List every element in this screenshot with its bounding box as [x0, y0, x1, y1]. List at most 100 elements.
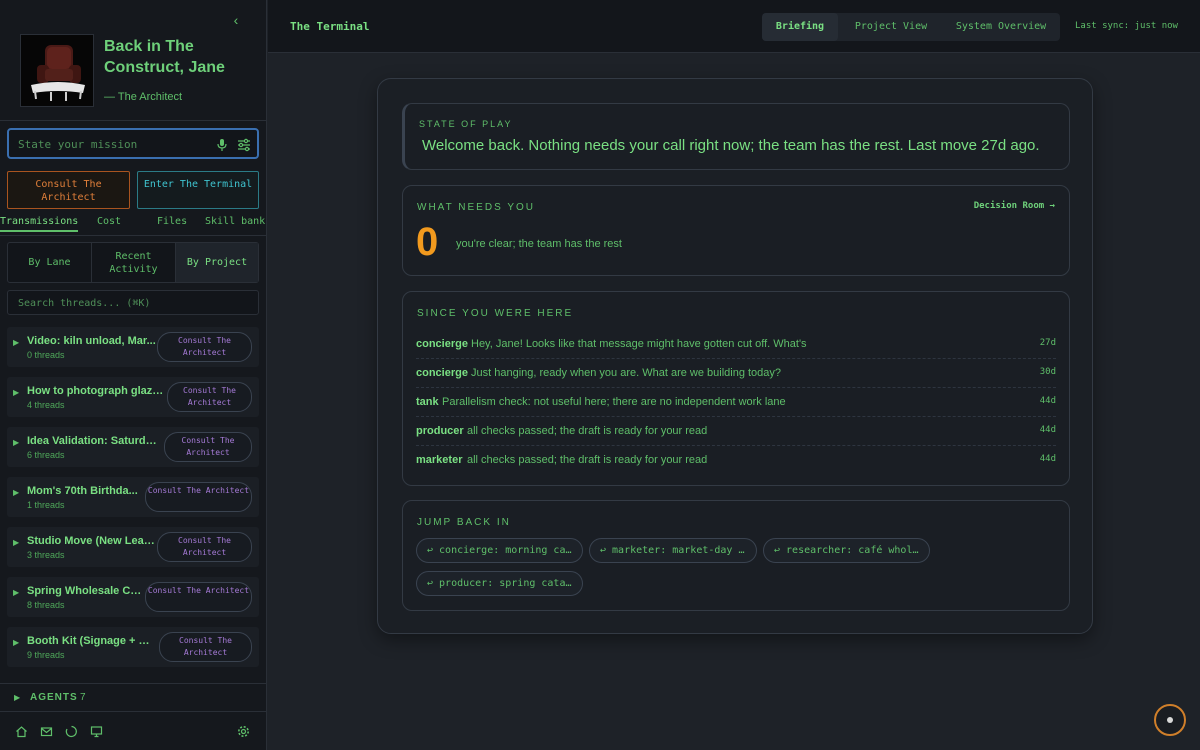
list-item[interactable]: ▶ Studio Move (New Lease... 3 threads Co…: [7, 527, 259, 567]
caret-right-icon[interactable]: ▶: [13, 338, 19, 347]
jump-chip[interactable]: ↩ concierge: morning ca…: [416, 538, 583, 563]
sidebar-footer: [0, 711, 267, 750]
view-by-project[interactable]: By Project: [176, 243, 258, 282]
thread-count: 8 threads: [27, 600, 65, 610]
feed-item[interactable]: producer all checks passed; the draft is…: [416, 417, 1056, 446]
caret-right-icon[interactable]: ▶: [13, 438, 19, 447]
sliders-icon[interactable]: [237, 138, 251, 152]
mission-input[interactable]: [18, 136, 208, 152]
armchair-image: [21, 35, 93, 106]
thread-count: 3 threads: [27, 550, 65, 560]
tab-system-overview[interactable]: System Overview: [944, 13, 1058, 41]
jump-chip[interactable]: ↩ producer: spring cata…: [416, 571, 583, 596]
tab-briefing[interactable]: Briefing: [762, 13, 838, 41]
thread-consult-button[interactable]: Consult The Architect: [145, 482, 252, 512]
section-label: WHAT NEEDS YOU: [417, 202, 536, 213]
list-item[interactable]: ▶ Spring Wholesale Ca... 8 threads Consu…: [7, 577, 259, 617]
feed-agent: tank: [416, 396, 439, 408]
jump-chip[interactable]: ↩ researcher: café whol…: [763, 538, 930, 563]
thread-count: 6 threads: [27, 450, 65, 460]
feed-age: 27d: [1039, 338, 1056, 348]
feed-text: Hey, Jane! Looks like that message might…: [471, 338, 807, 350]
view-by-lane[interactable]: By Lane: [8, 243, 92, 282]
feed-agent: concierge: [416, 367, 468, 379]
agents-count: 7: [80, 692, 86, 703]
feed-item[interactable]: tank Parallelism check: not useful here;…: [416, 388, 1056, 417]
since-you-were-here-panel: SINCE YOU WERE HERE concierge Hey, Jane!…: [402, 291, 1070, 486]
list-item[interactable]: ▶ Mom's 70th Birthda... 1 threads Consul…: [7, 477, 259, 517]
thread-title: Idea Validation: Saturda...: [27, 435, 157, 447]
thread-count: 1 threads: [27, 500, 65, 510]
list-item[interactable]: ▶ Video: kiln unload, Mar... 0 threads C…: [7, 327, 259, 367]
needs-count: 0: [416, 220, 439, 264]
caret-right-icon[interactable]: ▶: [13, 588, 19, 597]
tab-transmissions[interactable]: Transmissions: [0, 216, 79, 232]
thread-list: ▶ Video: kiln unload, Mar... 0 threads C…: [7, 327, 259, 677]
avatar: [20, 34, 94, 107]
sidebar-tabs: Transmissions Cost Files Skill bank: [0, 212, 267, 236]
greeting-subtitle: — The Architect: [104, 91, 183, 103]
caret-right-icon[interactable]: ▶: [14, 693, 20, 702]
list-item[interactable]: ▶ Booth Kit (Signage + Pr... 9 threads C…: [7, 627, 259, 667]
feed-agent: producer: [416, 425, 464, 437]
loading-circle-icon[interactable]: [65, 725, 78, 738]
agents-label: AGENTS: [30, 692, 78, 703]
jump-back-in-panel: JUMP BACK IN ↩ concierge: morning ca… ↩ …: [402, 500, 1070, 611]
sidebar: ‹ Back in The Construct, Jane — The Arch…: [0, 0, 267, 750]
gear-icon[interactable]: [237, 725, 250, 738]
top-bar: The Terminal Briefing Project View Syste…: [268, 0, 1200, 53]
view-switcher: By Lane Recent Activity By Project: [7, 242, 259, 283]
thread-consult-button[interactable]: Consult The Architect: [145, 582, 252, 612]
thread-count: 4 threads: [27, 400, 65, 410]
feed-age: 30d: [1039, 367, 1056, 377]
thread-consult-button[interactable]: Consult The Architect: [164, 432, 252, 462]
greeting-title: Back in The Construct, Jane: [104, 38, 225, 76]
section-label: STATE OF PLAY: [419, 119, 513, 129]
jump-chip[interactable]: ↩ marketer: market-day …: [589, 538, 757, 563]
caret-right-icon[interactable]: ▶: [13, 538, 19, 547]
agents-section[interactable]: ▶ AGENTS 7: [0, 683, 267, 711]
profile-header: Back in The Construct, Jane — The Archit…: [20, 34, 260, 108]
tab-skill-bank[interactable]: Skill bank: [205, 216, 265, 227]
thread-search-input[interactable]: [18, 296, 248, 310]
feed-item[interactable]: concierge Hey, Jane! Looks like that mes…: [416, 330, 1056, 359]
needs-text: you're clear; the team has the rest: [456, 238, 622, 250]
list-item[interactable]: ▶ How to photograph glaze... 4 threads C…: [7, 377, 259, 417]
caret-right-icon[interactable]: ▶: [13, 488, 19, 497]
microphone-icon[interactable]: [216, 138, 228, 152]
feed-item[interactable]: marketer all checks passed; the draft is…: [416, 446, 1056, 475]
tab-cost[interactable]: Cost: [97, 216, 121, 227]
enter-terminal-button[interactable]: Enter The Terminal: [137, 171, 259, 209]
consult-architect-button[interactable]: Consult The Architect: [7, 171, 130, 209]
thread-search: [7, 290, 259, 315]
feed-agent: marketer: [416, 454, 463, 466]
list-item[interactable]: ▶ Idea Validation: Saturda... 6 threads …: [7, 427, 259, 467]
floating-action-button[interactable]: [1154, 704, 1186, 736]
thread-title: Video: kiln unload, Mar...: [27, 335, 156, 347]
home-icon[interactable]: [15, 725, 28, 738]
tab-project-view[interactable]: Project View: [842, 13, 940, 41]
thread-consult-button[interactable]: Consult The Architect: [159, 632, 252, 662]
thread-consult-button[interactable]: Consult The Architect: [157, 532, 252, 562]
decision-room-link[interactable]: Decision Room →: [974, 201, 1055, 211]
tab-files[interactable]: Files: [157, 216, 187, 227]
thread-title: Booth Kit (Signage + Pr...: [27, 635, 152, 647]
collapse-sidebar-icon[interactable]: ‹: [228, 12, 244, 28]
thread-consult-button[interactable]: Consult The Architect: [157, 332, 252, 362]
thread-title: Studio Move (New Lease...: [27, 535, 157, 547]
thread-title: Mom's 70th Birthda...: [27, 485, 138, 497]
mail-icon[interactable]: [40, 725, 53, 738]
state-message: Welcome back. Nothing needs your call ri…: [422, 137, 1040, 154]
app-root: ‹ Back in The Construct, Jane — The Arch…: [0, 0, 1200, 750]
section-label: JUMP BACK IN: [417, 517, 511, 528]
record-dot-icon: [1167, 717, 1173, 723]
thread-count: 0 threads: [27, 350, 65, 360]
monitor-icon[interactable]: [90, 725, 103, 738]
view-tabs: Briefing Project View System Overview: [762, 13, 1060, 41]
caret-right-icon[interactable]: ▶: [13, 388, 19, 397]
thread-consult-button[interactable]: Consult The Architect: [167, 382, 252, 412]
view-recent-activity[interactable]: Recent Activity: [92, 243, 176, 282]
caret-right-icon[interactable]: ▶: [13, 638, 19, 647]
feed-item[interactable]: concierge Just hanging, ready when you a…: [416, 359, 1056, 388]
feed-text: Just hanging, ready when you are. What a…: [471, 367, 782, 379]
